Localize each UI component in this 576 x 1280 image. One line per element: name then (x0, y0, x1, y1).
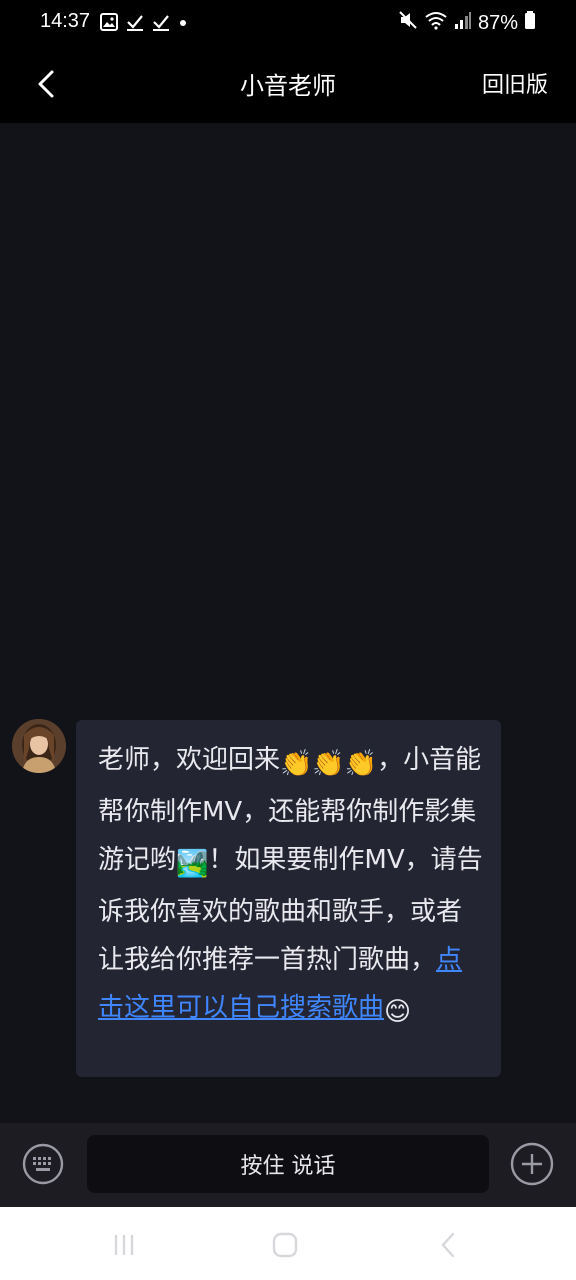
back-nav-button[interactable] (430, 1227, 466, 1263)
more-actions-button[interactable] (510, 1142, 554, 1186)
back-chevron-icon (441, 1232, 455, 1258)
clap-emoji: 👏 (280, 749, 313, 779)
message-text-part: 老师，欢迎回来 (98, 745, 281, 775)
input-bar: 按住 说话 (0, 1123, 576, 1207)
check-icon (126, 13, 144, 35)
status-right: 87% (398, 10, 536, 36)
home-button[interactable] (267, 1227, 303, 1263)
recent-apps-button[interactable] (106, 1227, 142, 1263)
app-header: 小音老师 回旧版 (0, 48, 576, 123)
mute-icon (398, 10, 418, 36)
image-icon (100, 13, 118, 35)
avatar[interactable] (12, 719, 66, 773)
clap-emoji: 👏 (344, 749, 378, 779)
status-time: 14:37 (40, 10, 91, 32)
hold-to-talk-button[interactable]: 按住 说话 (87, 1135, 489, 1193)
message-text: 老师，欢迎回来👏👏👏，小音能帮你制作MV，还能帮你制作影集游记哟🏞️！如果要制作… (98, 736, 483, 1036)
wifi-icon (424, 10, 448, 36)
notification-icons (100, 13, 188, 35)
message-bubble: 老师，欢迎回来👏👏👏，小音能帮你制作MV，还能帮你制作影集游记哟🏞️！如果要制作… (76, 720, 501, 1077)
battery-percent: 87% (477, 11, 518, 34)
check-icon (152, 13, 170, 35)
status-bar: 14:37 87% (0, 0, 576, 48)
dot-icon (178, 13, 188, 35)
signal-icon (454, 10, 472, 36)
chat-area[interactable]: 老师，欢迎回来👏👏👏，小音能帮你制作MV，还能帮你制作影集游记哟🏞️！如果要制作… (0, 123, 576, 1123)
clap-emoji: 👏 (312, 749, 345, 779)
keyboard-toggle-button[interactable] (22, 1143, 64, 1185)
system-nav-bar (0, 1207, 576, 1280)
smile-emoji: 😊 (384, 997, 412, 1027)
old-version-link[interactable]: 回旧版 (482, 67, 548, 99)
battery-icon (524, 10, 536, 36)
keyboard-icon (22, 1143, 64, 1185)
home-icon (272, 1232, 298, 1258)
landscape-emoji: 🏞️ (176, 849, 209, 879)
recent-apps-icon (114, 1235, 134, 1255)
plus-icon (510, 1142, 554, 1186)
